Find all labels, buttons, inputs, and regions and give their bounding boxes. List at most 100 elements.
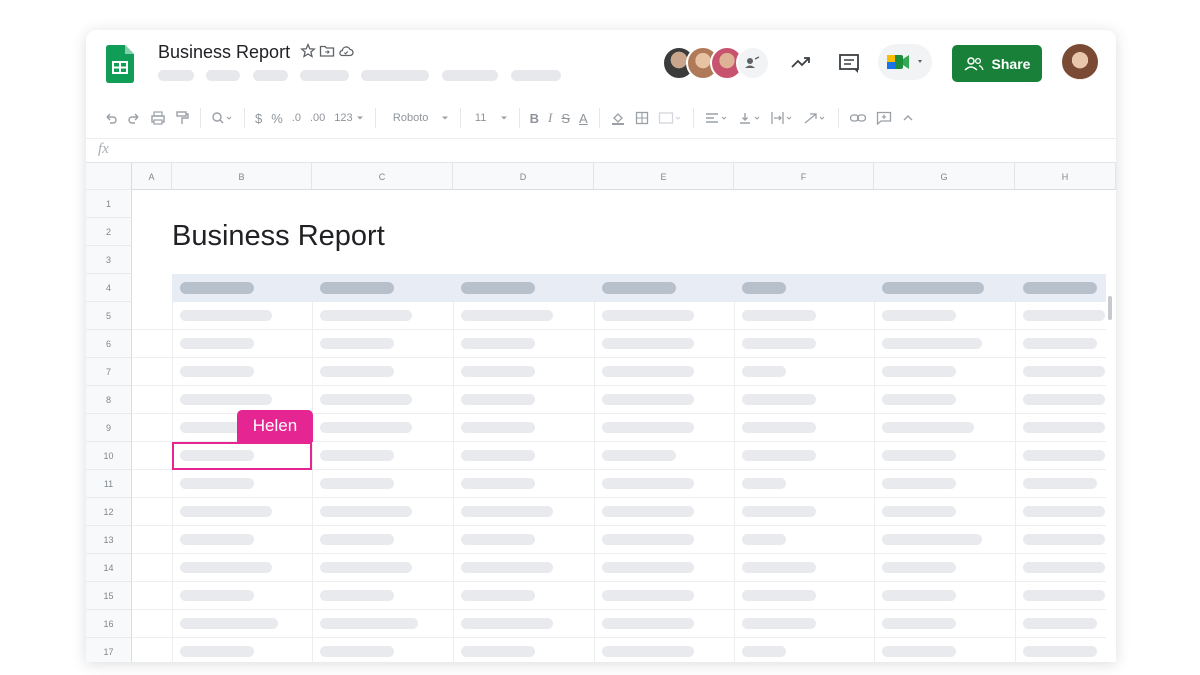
cell-placeholder[interactable] [320, 590, 394, 601]
font-family-select[interactable]: Roboto [386, 107, 436, 129]
print-icon[interactable] [150, 107, 166, 129]
column-header-b[interactable]: B [172, 162, 312, 190]
row-header-17[interactable]: 17 [86, 638, 132, 662]
cell-placeholder[interactable] [882, 450, 956, 461]
cell-placeholder[interactable] [180, 618, 278, 629]
column-header-c[interactable]: C [312, 162, 453, 190]
cell-placeholder[interactable] [1023, 366, 1105, 377]
cell-placeholder[interactable] [1023, 422, 1105, 433]
chevron-down-icon[interactable] [356, 107, 364, 129]
cell-placeholder[interactable] [320, 338, 394, 349]
cell-placeholder[interactable] [742, 366, 786, 377]
cell-placeholder[interactable] [1023, 478, 1097, 489]
text-wrap-icon[interactable] [770, 107, 794, 129]
document-title[interactable]: Business Report [158, 42, 290, 63]
row-header-5[interactable]: 5 [86, 302, 132, 330]
cell-placeholder[interactable] [1023, 646, 1097, 657]
cell-placeholder[interactable] [320, 562, 412, 573]
header-placeholder[interactable] [602, 282, 676, 294]
italic-button[interactable]: I [548, 107, 552, 129]
cell-placeholder[interactable] [320, 422, 412, 433]
formula-bar[interactable]: fx [86, 138, 1116, 162]
horizontal-align-icon[interactable] [704, 107, 728, 129]
cell-placeholder[interactable] [461, 506, 553, 517]
row-header-8[interactable]: 8 [86, 386, 132, 414]
cell-placeholder[interactable] [320, 310, 412, 321]
row-header-13[interactable]: 13 [86, 526, 132, 554]
cell-placeholder[interactable] [461, 534, 535, 545]
cell-placeholder[interactable] [320, 394, 412, 405]
cell-placeholder[interactable] [882, 338, 982, 349]
cell-placeholder[interactable] [1023, 534, 1105, 545]
cell-placeholder[interactable] [180, 590, 254, 601]
cell-placeholder[interactable] [882, 562, 956, 573]
cell-placeholder[interactable] [320, 366, 394, 377]
cell-placeholder[interactable] [180, 506, 272, 517]
cell-placeholder[interactable] [1023, 310, 1105, 321]
cell-placeholder[interactable] [461, 338, 535, 349]
undo-icon[interactable] [104, 107, 118, 129]
header-placeholder[interactable] [461, 282, 535, 294]
borders-icon[interactable] [635, 107, 649, 129]
cell-placeholder[interactable] [461, 646, 535, 657]
cell-placeholder[interactable] [882, 646, 956, 657]
cell-placeholder[interactable] [602, 450, 676, 461]
menu-placeholder[interactable] [361, 70, 429, 81]
header-placeholder[interactable] [180, 282, 254, 294]
cell-placeholder[interactable] [461, 618, 553, 629]
vertical-align-icon[interactable] [737, 107, 761, 129]
row-header-15[interactable]: 15 [86, 582, 132, 610]
cell-placeholder[interactable] [320, 534, 394, 545]
decrease-decimal-button[interactable]: .0 [292, 107, 301, 129]
header-placeholder[interactable] [742, 282, 786, 294]
row-header-2[interactable]: 2 [86, 218, 132, 246]
cell-placeholder[interactable] [461, 310, 553, 321]
cell-placeholder[interactable] [320, 618, 418, 629]
cell-placeholder[interactable] [180, 646, 254, 657]
chevron-down-icon[interactable] [500, 107, 508, 129]
sheets-logo-icon[interactable] [106, 45, 134, 83]
cell-placeholder[interactable] [180, 394, 272, 405]
menu-placeholder[interactable] [300, 70, 349, 81]
selected-cell-b10[interactable] [172, 442, 312, 470]
cell-placeholder[interactable] [742, 394, 816, 405]
cell-placeholder[interactable] [742, 562, 816, 573]
row-header-16[interactable]: 16 [86, 610, 132, 638]
menu-placeholder[interactable] [511, 70, 561, 81]
redo-icon[interactable] [127, 107, 141, 129]
share-button[interactable]: Share [952, 45, 1042, 82]
cell-placeholder[interactable] [882, 590, 956, 601]
row-header-6[interactable]: 6 [86, 330, 132, 358]
cell-placeholder[interactable] [461, 562, 553, 573]
paint-format-icon[interactable] [175, 107, 189, 129]
cell-placeholder[interactable] [742, 450, 816, 461]
percent-format-button[interactable]: % [271, 107, 283, 129]
column-header-a[interactable]: A [132, 162, 172, 190]
sheet-title[interactable]: Business Report [172, 220, 385, 253]
cell-placeholder[interactable] [742, 506, 816, 517]
cell-placeholder[interactable] [882, 478, 956, 489]
cell-placeholder[interactable] [602, 310, 694, 321]
account-avatar[interactable] [1062, 44, 1098, 80]
cell-placeholder[interactable] [461, 366, 535, 377]
cell-placeholder[interactable] [882, 310, 956, 321]
cell-placeholder[interactable] [461, 478, 535, 489]
row-header-11[interactable]: 11 [86, 470, 132, 498]
row-header-3[interactable]: 3 [86, 246, 132, 274]
cell-placeholder[interactable] [461, 450, 535, 461]
cell-placeholder[interactable] [742, 338, 816, 349]
column-header-g[interactable]: G [874, 162, 1015, 190]
header-placeholder[interactable] [1023, 282, 1097, 294]
cell-placeholder[interactable] [882, 422, 974, 433]
cell-placeholder[interactable] [602, 394, 694, 405]
cell-placeholder[interactable] [602, 534, 694, 545]
cell-placeholder[interactable] [882, 394, 956, 405]
zoom-icon[interactable] [211, 107, 233, 129]
cell-placeholder[interactable] [461, 590, 535, 601]
cell-placeholder[interactable] [320, 506, 412, 517]
row-header-4[interactable]: 4 [86, 274, 132, 302]
row-header-10[interactable]: 10 [86, 442, 132, 470]
cell-placeholder[interactable] [1023, 562, 1105, 573]
menu-placeholder[interactable] [442, 70, 498, 81]
star-icon[interactable] [300, 42, 316, 60]
